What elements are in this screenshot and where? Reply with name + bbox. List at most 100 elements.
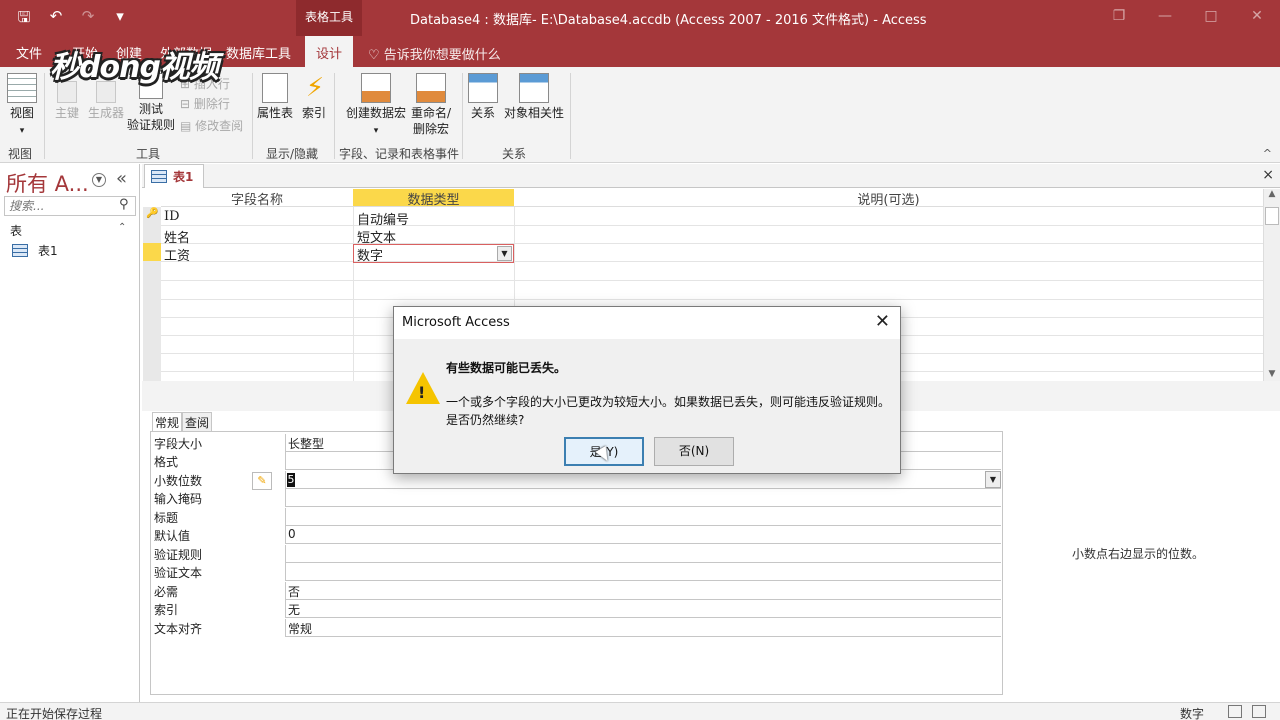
property-value[interactable]: 常规: [287, 619, 1001, 637]
design-view-icon[interactable]: [1252, 705, 1266, 718]
tab-database-tools[interactable]: 数据库工具: [226, 43, 291, 62]
property-label: 格式: [153, 452, 286, 470]
search-icon[interactable]: ⚲: [119, 197, 129, 212]
maximize-icon[interactable]: □: [1188, 0, 1234, 32]
field-name-cell[interactable]: 姓名: [164, 227, 190, 246]
property-label: 索引: [153, 600, 286, 618]
property-sheet-button[interactable]: 属性表: [256, 73, 294, 121]
tab-lookup[interactable]: 查阅: [182, 412, 213, 432]
tab-general[interactable]: 常规: [152, 412, 183, 432]
property-row[interactable]: 验证规则: [153, 545, 1001, 563]
window-controls: ❐ — □ ✕: [1096, 0, 1280, 32]
save-icon[interactable]: 🖫: [14, 7, 34, 32]
property-value[interactable]: 0: [287, 526, 1001, 544]
exclamation-icon: !: [418, 383, 426, 402]
object-dependencies-icon: [519, 73, 549, 103]
view-label: 视图: [9, 106, 34, 120]
tab-design[interactable]: 设计: [305, 36, 354, 67]
scroll-up-icon[interactable]: ▲: [1264, 189, 1280, 199]
no-button[interactable]: 否(N): [654, 437, 734, 466]
builder-button: 生成器: [86, 81, 126, 121]
chevron-down-icon[interactable]: ▼: [497, 246, 512, 261]
redo-icon: ↷: [81, 7, 95, 25]
object-dependencies-label: 对象相关性: [503, 106, 564, 120]
create-data-macros-button[interactable]: 创建数据宏 ▾: [344, 73, 408, 139]
navigation-pane: 所有 A... ▼ « ⚲ 表 ⌃ 表1: [0, 164, 140, 702]
column-header-field-name: 字段名称: [161, 189, 353, 208]
property-row[interactable]: 索引 无: [153, 600, 1001, 618]
field-name-cell[interactable]: 工资: [164, 245, 190, 264]
nav-category-tables[interactable]: 表: [10, 222, 22, 239]
datasheet-view-icon[interactable]: [1228, 705, 1242, 718]
nav-item-table1[interactable]: 表1: [12, 242, 58, 259]
doc-tab-table1[interactable]: 表1: [144, 164, 204, 188]
builder-icon[interactable]: ✎: [252, 472, 272, 490]
delete-row-button: ⊟ 删除行: [180, 95, 230, 112]
nav-pane-title[interactable]: 所有 A...: [6, 168, 89, 198]
property-sheet-label: 属性表: [256, 106, 293, 120]
property-value[interactable]: [287, 563, 1001, 581]
row-selector-current[interactable]: [143, 243, 161, 261]
nav-item-label: 表1: [38, 244, 58, 258]
data-type-cell[interactable]: 自动编号: [357, 209, 409, 228]
relationships-button[interactable]: 关系: [468, 73, 498, 121]
data-type-combobox[interactable]: ▼: [353, 244, 514, 263]
tab-file[interactable]: 文件: [16, 43, 42, 62]
primary-key-label: 主键: [54, 106, 79, 120]
table-icon: [151, 170, 167, 183]
create-macro-label: 创建数据宏: [345, 106, 406, 120]
rename-label: 重命名/: [410, 106, 452, 120]
field-name-cell[interactable]: ID: [164, 209, 180, 224]
undo-icon[interactable]: ↶: [46, 7, 66, 32]
close-window-icon[interactable]: ✕: [1234, 0, 1280, 32]
property-value[interactable]: [287, 489, 1001, 507]
group-label-show-hide: 显示/隐藏: [266, 147, 319, 161]
grid-vertical-scrollbar[interactable]: ▲ ▼: [1263, 189, 1280, 381]
status-bar: 正在开始保存过程 数字: [0, 702, 1280, 720]
close-document-icon[interactable]: ×: [1262, 167, 1274, 183]
ribbon-display-options-icon[interactable]: ❐: [1096, 0, 1142, 32]
object-dependencies-button[interactable]: 对象相关性: [502, 73, 566, 121]
tell-me-label: 告诉我你想要做什么: [383, 48, 501, 63]
property-label: 必需: [153, 582, 286, 600]
row-selector-column[interactable]: [143, 207, 161, 381]
rename-delete-macro-button[interactable]: 重命名/ 删除宏: [408, 73, 454, 137]
dialog-message: 一个或多个字段的大小已更改为较短大小。如果数据已丢失，则可能违反验证规则。: [446, 395, 891, 409]
property-row[interactable]: 标题: [153, 508, 1001, 526]
scroll-thumb[interactable]: [1265, 207, 1279, 225]
property-row[interactable]: 文本对齐 常规: [153, 619, 1001, 637]
property-row[interactable]: 必需 否: [153, 582, 1001, 600]
chevron-up-icon[interactable]: ⌃: [118, 222, 126, 233]
customize-qat-icon[interactable]: ▾: [110, 7, 130, 32]
close-icon[interactable]: ✕: [875, 311, 890, 332]
tell-me-search[interactable]: ♡ 告诉我你想要做什么: [368, 44, 501, 63]
dialog-body: ! 有些数据可能已丢失。 一个或多个字段的大小已更改为较短大小。如果数据已丢失，…: [394, 339, 900, 473]
property-value[interactable]: [287, 545, 1001, 563]
property-label: 验证文本: [153, 563, 286, 581]
group-label-tools: 工具: [136, 147, 161, 161]
watermark-logo: 秒dong视频: [50, 50, 219, 85]
property-value[interactable]: 否: [287, 582, 1001, 600]
property-row[interactable]: 默认值 0: [153, 526, 1001, 544]
scroll-down-icon[interactable]: ▼: [1264, 369, 1280, 379]
view-button[interactable]: 视图 ▾: [6, 73, 38, 139]
property-row[interactable]: 验证文本: [153, 563, 1001, 581]
property-row[interactable]: 输入掩码: [153, 489, 1001, 507]
property-label: 输入掩码: [153, 489, 286, 507]
test-label: 测试: [138, 102, 163, 116]
nav-dropdown-icon[interactable]: ▼: [92, 173, 106, 187]
minimize-icon[interactable]: —: [1142, 0, 1188, 32]
text-cursor-value[interactable]: 5: [287, 473, 295, 487]
nav-search-input[interactable]: [4, 196, 136, 216]
nav-collapse-icon[interactable]: «: [116, 168, 127, 189]
collapse-ribbon-icon[interactable]: ^: [1263, 147, 1272, 160]
property-value[interactable]: 无: [287, 600, 1001, 618]
property-label: 默认值: [153, 526, 286, 544]
doc-tab-label: 表1: [173, 170, 194, 184]
indexes-button[interactable]: ⚡ 索引: [300, 73, 328, 121]
property-value[interactable]: [287, 508, 1001, 526]
rename-macro-icon: [416, 73, 446, 103]
property-label: 字段大小: [153, 434, 286, 452]
primary-key-icon: 🔑: [146, 208, 159, 219]
chevron-down-icon[interactable]: ▼: [985, 471, 1001, 488]
